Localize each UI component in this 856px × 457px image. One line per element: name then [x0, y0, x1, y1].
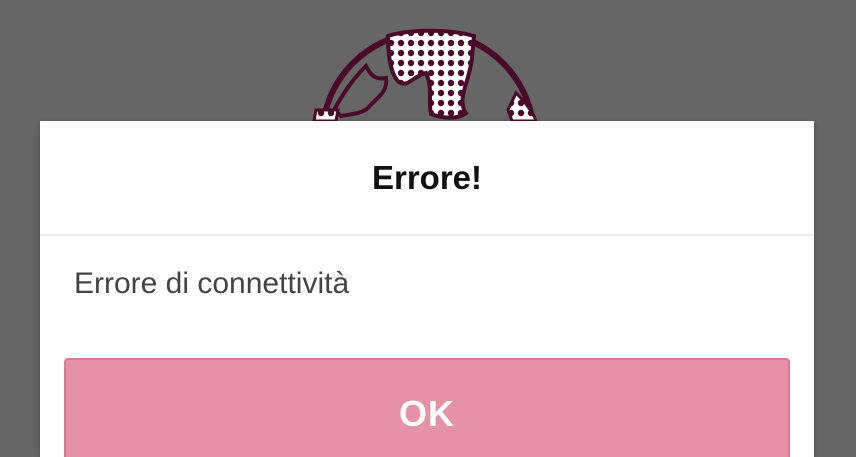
dialog-body: Errore di connettività: [40, 236, 814, 356]
dialog-title: Errore!: [371, 159, 483, 196]
ok-button-label: OK: [399, 393, 455, 434]
ok-button[interactable]: OK: [64, 358, 790, 457]
app-screen: Errore! Errore di connettività OK: [0, 0, 856, 457]
dialog-header: Errore!: [40, 121, 814, 236]
error-dialog: Errore! Errore di connettività OK: [40, 121, 814, 457]
error-message: Errore di connettività: [74, 267, 350, 300]
